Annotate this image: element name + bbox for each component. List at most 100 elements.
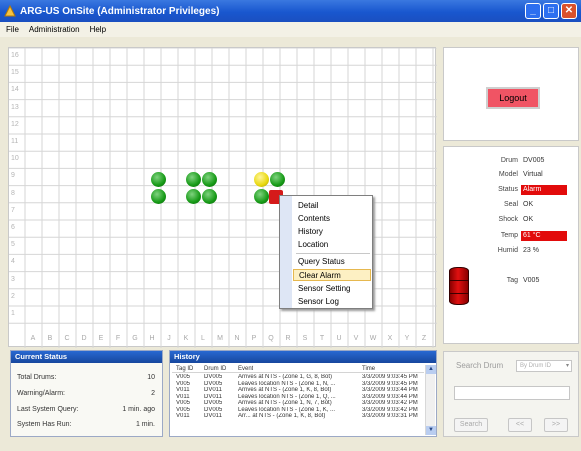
scroll-up-icon[interactable]: ▲ xyxy=(426,365,436,374)
column-label: A xyxy=(30,335,36,342)
time-cell: 3/3/2009 9:03:31 PM xyxy=(362,413,418,419)
table-row[interactable]: V011 DV011 Arr... at NTS - (Zone 1, K, 8… xyxy=(172,413,424,420)
context-menu-sensor-setting[interactable]: Sensor Setting xyxy=(293,283,371,295)
context-menu-location[interactable]: Location xyxy=(293,239,371,251)
drum-marker-green[interactable] xyxy=(202,172,217,187)
column-header[interactable]: Tag ID xyxy=(176,365,193,373)
history-scrollbar[interactable]: ▲ ▼ xyxy=(425,365,436,435)
next-button[interactable]: >> xyxy=(544,418,568,432)
maximize-icon[interactable]: □ xyxy=(543,3,559,19)
temp-value: 61 °C xyxy=(521,231,567,241)
column-label: Q xyxy=(268,335,274,342)
menu-file[interactable]: File xyxy=(6,25,19,34)
row-label: 6 xyxy=(11,224,15,231)
column-label: F xyxy=(115,335,121,342)
column-label: D xyxy=(81,335,87,342)
history-table[interactable]: Tag ID Drum ID Event Time V005 DV005 Arr… xyxy=(172,365,424,420)
column-label: E xyxy=(98,335,104,342)
drum-marker-warning[interactable] xyxy=(254,172,269,187)
current-status-panel: Current Status Total Drums: 10 Warning/A… xyxy=(10,350,163,437)
row-label: 5 xyxy=(11,241,15,249)
previous-button[interactable]: << xyxy=(508,418,532,432)
column-label: R xyxy=(285,335,291,342)
column-label: Z xyxy=(421,335,427,342)
column-label: K xyxy=(183,335,189,342)
row-label: 11 xyxy=(11,138,19,145)
search-button[interactable]: Search xyxy=(454,418,488,432)
temp-label: Temp xyxy=(500,232,518,239)
model-label: Model xyxy=(498,171,518,178)
column-label: S xyxy=(302,335,308,342)
column-label: H xyxy=(149,335,155,342)
drum-marker-green[interactable] xyxy=(202,189,217,204)
column-label: N xyxy=(234,335,240,342)
scroll-down-icon[interactable]: ▼ xyxy=(426,426,436,435)
chevron-down-icon: ▾ xyxy=(565,363,569,369)
menu-bar: File Administration Help xyxy=(0,22,581,37)
history-title: History xyxy=(170,351,436,363)
close-icon[interactable]: ✕ xyxy=(561,3,577,19)
row-label: 7 xyxy=(11,206,15,214)
seal-value: OK xyxy=(523,201,534,208)
drum-info-panel: Drum DV005 Model Virtual Status Alarm Se… xyxy=(443,146,579,344)
shock-value: OK xyxy=(523,216,534,223)
row-label: 12 xyxy=(11,120,19,128)
minimize-icon[interactable]: _ xyxy=(525,3,541,19)
column-label: J xyxy=(167,335,171,342)
history-header-row: Tag ID Drum ID Event Time xyxy=(172,365,424,373)
column-header[interactable]: Time xyxy=(362,365,375,373)
row-label: 15 xyxy=(11,69,19,77)
context-menu-history[interactable]: History xyxy=(293,226,371,238)
humid-label: Humid xyxy=(497,247,518,254)
status-row-label: Last System Query: xyxy=(17,406,79,413)
row-label: 10 xyxy=(11,155,19,163)
status-row-label: System Has Run: xyxy=(17,421,72,428)
column-header[interactable]: Drum ID xyxy=(204,365,226,373)
row-label: 4 xyxy=(11,258,15,266)
column-label: U xyxy=(336,335,342,342)
menu-help[interactable]: Help xyxy=(90,25,106,34)
menu-administration[interactable]: Administration xyxy=(29,25,80,34)
column-label: W xyxy=(369,335,377,342)
tag-value: V005 xyxy=(523,277,540,284)
history-panel: History Tag ID Drum ID Event Time V005 D… xyxy=(169,350,437,437)
status-row: System Has Run: 1 min. xyxy=(17,421,159,428)
app-window: ARG-US OnSite (Administrator Privileges)… xyxy=(0,0,581,451)
drum-marker-green[interactable] xyxy=(151,189,166,204)
search-input[interactable] xyxy=(454,386,570,400)
status-row-label: Warning/Alarm: xyxy=(17,390,65,397)
drum-marker-green[interactable] xyxy=(270,172,285,187)
status-row-value: 1 min. xyxy=(135,421,155,428)
column-label: T xyxy=(319,335,325,342)
column-label: C xyxy=(64,335,70,342)
status-row-value: 10 xyxy=(147,374,155,381)
current-status-title: Current Status xyxy=(11,351,162,363)
context-menu: Detail Contents History Location Query S… xyxy=(279,195,373,309)
context-menu-detail[interactable]: Detail xyxy=(293,200,371,212)
search-drum-label: Search Drum xyxy=(456,361,504,370)
column-label: Y xyxy=(404,335,410,342)
window-title: ARG-US OnSite (Administrator Privileges) xyxy=(20,5,220,17)
column-label: P xyxy=(251,335,257,342)
drum-marker-green[interactable] xyxy=(186,172,201,187)
drum-marker-green[interactable] xyxy=(186,189,201,204)
menu-separator xyxy=(296,253,370,254)
context-menu-query-status[interactable]: Query Status xyxy=(293,256,371,268)
logout-button[interactable]: Logout xyxy=(486,87,540,109)
context-menu-contents[interactable]: Contents xyxy=(293,213,371,225)
context-menu-sensor-log[interactable]: Sensor Log xyxy=(293,296,371,308)
event-cell: Arr... at NTS - (Zone 1, K, 8, Bot) xyxy=(238,413,326,419)
row-label: 3 xyxy=(11,275,15,283)
seal-label: Seal xyxy=(503,201,518,208)
shock-label: Shock xyxy=(498,216,518,223)
context-menu-clear-alarm[interactable]: Clear Alarm xyxy=(293,269,371,281)
status-label: Status xyxy=(498,186,518,193)
tag-label: Tag xyxy=(506,277,518,284)
drum-marker-green[interactable] xyxy=(151,172,166,187)
status-row: Total Drums: 10 xyxy=(17,374,159,381)
search-type-select[interactable]: By Drum ID ▾ xyxy=(516,360,572,372)
column-header[interactable]: Event xyxy=(238,365,253,373)
status-row: Last System Query: 1 min. ago xyxy=(17,406,159,413)
drum-marker-green[interactable] xyxy=(254,189,269,204)
row-label: 9 xyxy=(11,172,15,180)
